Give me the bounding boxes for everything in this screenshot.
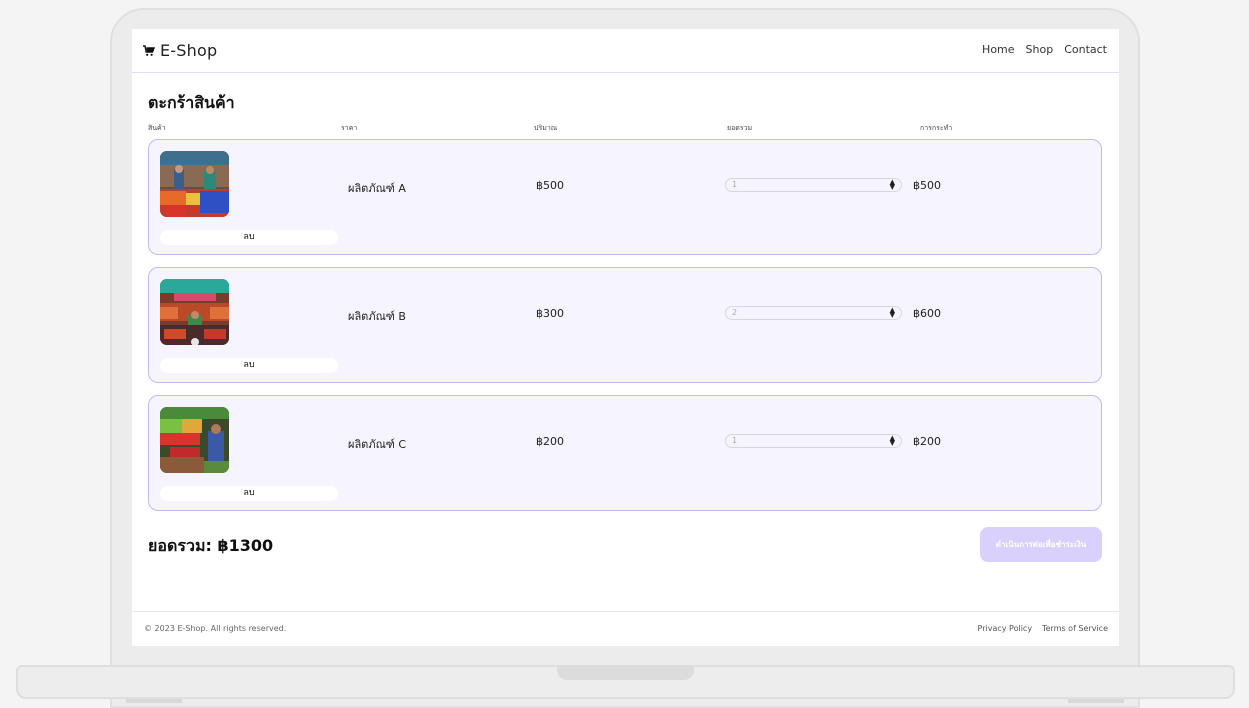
footer-links: Privacy Policy Terms of Service [978, 624, 1108, 633]
laptop-foot-right [1068, 699, 1124, 703]
column-header-quantity: ปริมาณ [534, 124, 558, 132]
product-price: ฿500 [536, 179, 564, 192]
remove-button[interactable]: ลบ [160, 358, 338, 373]
product-name: ผลิตภัณฑ์ B [348, 310, 406, 323]
product-total: ฿500 [913, 179, 941, 192]
footer: © 2023 E-Shop. All rights reserved. Priv… [132, 611, 1119, 646]
product-total: ฿600 [913, 307, 941, 320]
select-arrows-icon: ▲ ▼ [889, 178, 895, 191]
privacy-policy-link[interactable]: Privacy Policy [978, 624, 1033, 633]
page-title: ตะกร้าสินค้า [148, 93, 235, 112]
nav-shop-link[interactable]: Shop [1026, 43, 1054, 56]
quantity-select[interactable]: 1 ▲ ▼ [725, 434, 902, 448]
quantity-value: 2 [732, 308, 738, 317]
quantity-select[interactable]: 1 ▲ ▼ [725, 178, 902, 192]
product-image [160, 279, 229, 345]
cart-item: ลบ ผลิตภัณฑ์ B ฿300 2 ▲ ▼ ฿600 [148, 267, 1102, 383]
select-arrows-icon: ▲ ▼ [889, 434, 895, 447]
nav-home-link[interactable]: Home [982, 43, 1014, 56]
cart-item: ลบ ผลิตภัณฑ์ A ฿500 1 ▲ ▼ ฿500 [148, 139, 1102, 255]
column-header-action: การกระทำ [920, 124, 953, 132]
brand-name: E-Shop [160, 41, 218, 60]
browser-screen: E-Shop Home Shop Contact ตะกร้าสินค้า สิ… [132, 29, 1119, 646]
brand[interactable]: E-Shop [143, 41, 217, 60]
column-header-price: ราคา [341, 124, 358, 132]
product-total: ฿200 [913, 435, 941, 448]
remove-button[interactable]: ลบ [160, 486, 338, 501]
product-price: ฿300 [536, 307, 564, 320]
terms-of-service-link[interactable]: Terms of Service [1042, 624, 1108, 633]
product-image [160, 407, 229, 473]
nav-links: Home Shop Contact [982, 43, 1107, 56]
quantity-select[interactable]: 2 ▲ ▼ [725, 306, 902, 320]
nav-contact-link[interactable]: Contact [1064, 43, 1107, 56]
quantity-value: 1 [732, 180, 738, 189]
remove-button[interactable]: ลบ [160, 230, 338, 245]
column-header-product: สินค้า [148, 124, 166, 132]
product-name: ผลิตภัณฑ์ A [348, 182, 406, 195]
column-header-total: ยอดรวม [727, 124, 753, 132]
select-arrows-icon: ▲ ▼ [889, 306, 895, 319]
copyright-text: © 2023 E-Shop. All rights reserved. [144, 624, 287, 633]
product-image [160, 151, 229, 217]
checkout-button[interactable]: ดำเนินการต่อเพื่อชำระเงิน [980, 527, 1102, 562]
laptop-notch [557, 665, 694, 680]
grand-total: ยอดรวม: ฿1300 [148, 536, 274, 555]
cart-item: ลบ ผลิตภัณฑ์ C ฿200 1 ▲ ▼ ฿200 [148, 395, 1102, 511]
cart-icon [143, 44, 155, 56]
quantity-value: 1 [732, 436, 738, 445]
product-name: ผลิตภัณฑ์ C [348, 438, 407, 451]
top-navigation: E-Shop Home Shop Contact [132, 29, 1119, 73]
product-price: ฿200 [536, 435, 564, 448]
laptop-foot-left [126, 699, 182, 703]
